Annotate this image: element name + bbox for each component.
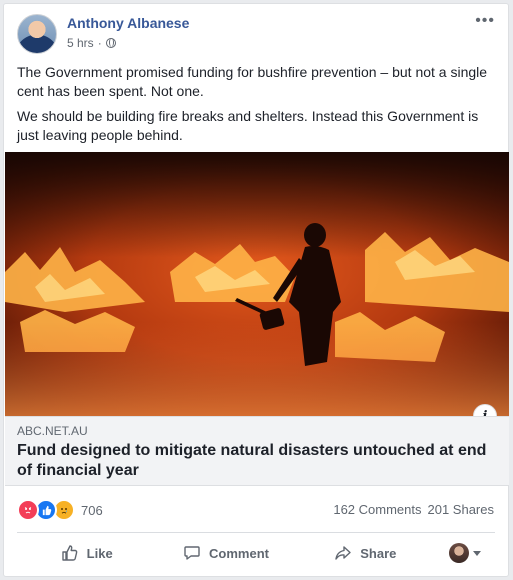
- share-icon: [335, 546, 351, 560]
- actions-divider: [17, 532, 495, 533]
- share-label: Share: [360, 545, 397, 561]
- post-time[interactable]: 5 hrs: [67, 36, 94, 50]
- engagement-counts: 162 Comments 201 Shares: [333, 502, 494, 517]
- more-icon[interactable]: •••: [475, 13, 495, 29]
- author-name[interactable]: Anthony Albanese: [67, 15, 189, 31]
- viewer-avatar: [448, 543, 469, 563]
- like-label: Like: [86, 545, 113, 561]
- comments-count[interactable]: 162 Comments: [333, 502, 421, 517]
- link-image[interactable]: i: [5, 152, 509, 416]
- post-as-selector[interactable]: [435, 543, 495, 563]
- post-stats: 706 162 Comments 201 Shares: [17, 499, 494, 521]
- meta-separator: ·: [97, 36, 102, 50]
- angry-reaction-icon: [17, 499, 39, 521]
- comment-button[interactable]: Comment: [156, 537, 295, 569]
- post-actions: Like Comment Share: [17, 536, 495, 570]
- chevron-down-icon: [472, 550, 481, 556]
- comment-label: Comment: [209, 545, 269, 561]
- like-button[interactable]: Like: [17, 537, 156, 569]
- post-text: The Government promised funding for bush…: [17, 63, 494, 151]
- link-title[interactable]: Fund designed to mitigate natural disast…: [17, 441, 495, 481]
- share-button[interactable]: Share: [296, 537, 435, 569]
- post-header: Anthony Albanese 5 hrs · •••: [17, 13, 495, 58]
- post-paragraph-1: The Government promised funding for bush…: [17, 64, 488, 99]
- post-meta: 5 hrs ·: [67, 36, 116, 50]
- link-domain: ABC.NET.AU: [17, 424, 88, 438]
- link-preview[interactable]: ABC.NET.AU Fund designed to mitigate nat…: [5, 416, 509, 486]
- reaction-count: 706: [81, 502, 103, 518]
- globe-icon[interactable]: [105, 38, 116, 48]
- post-paragraph-2: We should be building fire breaks and sh…: [17, 108, 479, 143]
- post-card: Anthony Albanese 5 hrs · ••• The Governm…: [3, 3, 509, 577]
- comment-icon: [184, 546, 200, 560]
- thumbs-up-icon: [61, 545, 77, 561]
- reactions-summary[interactable]: 706: [17, 499, 103, 521]
- author-avatar[interactable]: [17, 14, 57, 54]
- shares-count[interactable]: 201 Shares: [428, 502, 495, 517]
